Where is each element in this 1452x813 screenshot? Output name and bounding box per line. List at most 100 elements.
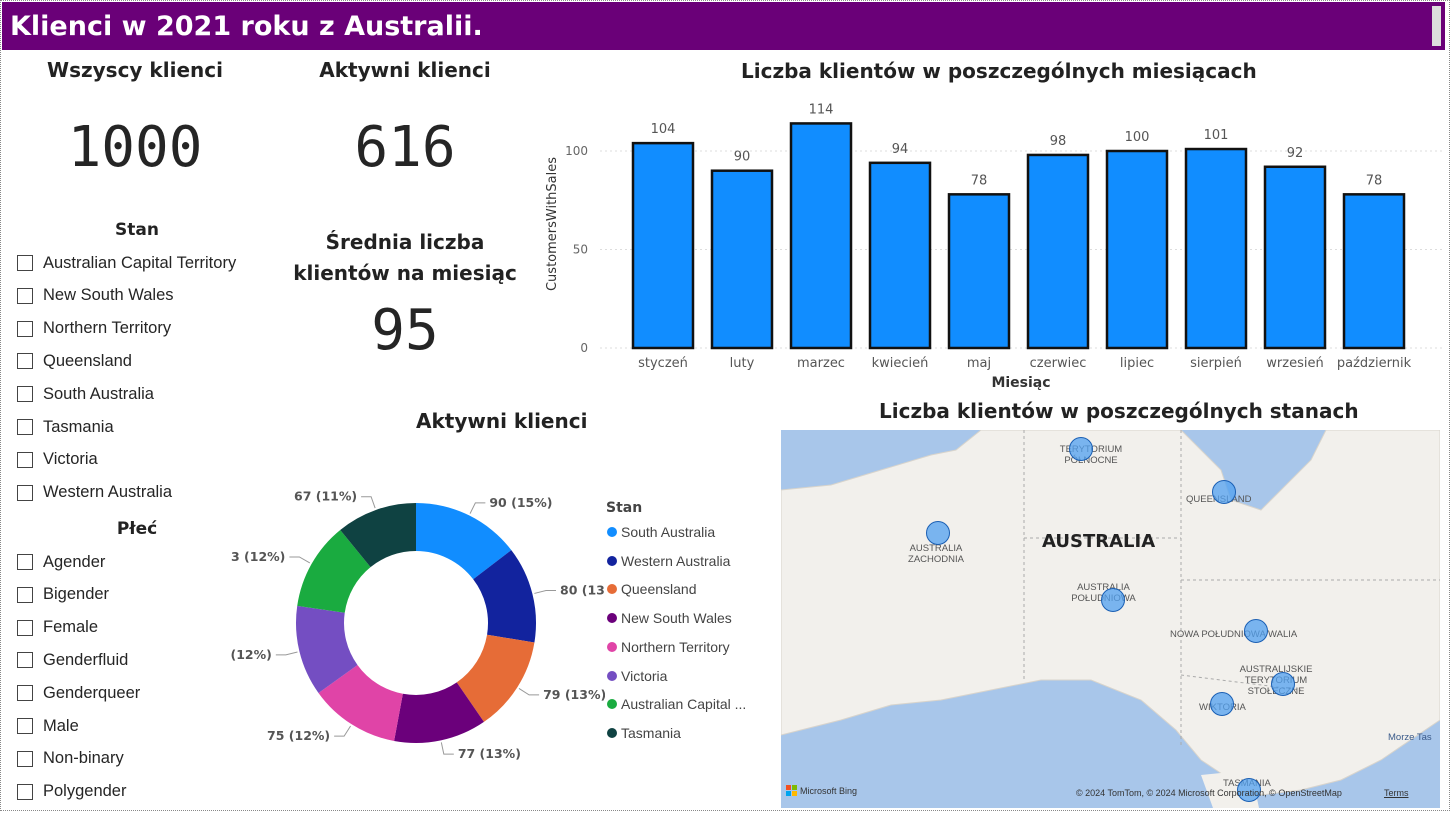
slicer-gender-item[interactable]: Agender — [17, 551, 105, 573]
checkbox-icon[interactable] — [17, 619, 33, 636]
slicer-gender-item[interactable]: Female — [17, 617, 98, 639]
checkbox-icon[interactable] — [17, 287, 33, 304]
bar-data-label: 92 — [1287, 146, 1304, 161]
legend-dot-icon — [607, 699, 617, 710]
checkbox-icon[interactable] — [17, 586, 33, 603]
legend-item[interactable]: Tasmania — [607, 725, 681, 741]
bing-label: Microsoft Bing — [800, 785, 858, 796]
bar — [631, 141, 695, 350]
checkbox-icon[interactable] — [17, 484, 33, 501]
slicer-state-item[interactable]: Northern Territory — [17, 318, 171, 340]
bar-chart: 0 50 100 CustomersWithSales 104 styczeń 90 luty… — [545, 102, 1442, 391]
slicer-state-item-label: Western Australia — [43, 483, 173, 502]
map-bubble-wa[interactable] — [926, 521, 950, 545]
legend-item[interactable]: Queensland — [607, 581, 697, 597]
bar — [1342, 193, 1406, 350]
map-bubble-nsw[interactable] — [1244, 619, 1268, 643]
slice-data-label: 79 (13%) — [543, 687, 605, 702]
map-bubble-vic[interactable] — [1210, 692, 1234, 716]
x-tick-label: styczeń — [638, 356, 688, 371]
slicer-state-item-label: South Australia — [43, 384, 154, 403]
checkbox-icon[interactable] — [17, 320, 33, 337]
legend-item[interactable]: Western Australia — [607, 553, 730, 569]
checkbox-icon[interactable] — [17, 419, 33, 435]
slicer-state-item[interactable]: Tasmania — [17, 416, 114, 438]
map-bubble-nt[interactable] — [1069, 437, 1093, 461]
leader-line — [518, 688, 540, 696]
leader-line — [275, 651, 298, 656]
map-bubble-act[interactable] — [1271, 672, 1295, 696]
scrollbar[interactable] — [1432, 6, 1441, 46]
legend-item[interactable]: Northern Territory — [607, 639, 730, 655]
legend-dot-icon — [607, 527, 617, 537]
x-tick-label: luty — [730, 356, 755, 371]
slicer-gender-item[interactable]: Male — [17, 715, 79, 737]
map-terms-link[interactable]: Terms — [1384, 788, 1409, 798]
legend-dot-icon — [607, 727, 617, 738]
slicer-gender-item-label: Male — [43, 716, 79, 735]
x-tick-label: kwiecień — [872, 356, 929, 371]
checkbox-icon[interactable] — [17, 451, 33, 468]
legend-item-label: Northern Territory — [621, 638, 730, 655]
legend-item[interactable]: Australian Capital ... — [607, 696, 746, 712]
leader-line — [361, 496, 376, 509]
legend-item-label: Victoria — [621, 667, 668, 684]
bar — [1263, 165, 1327, 350]
checkbox-icon[interactable] — [17, 685, 33, 702]
map-visual[interactable]: AUSTRALIA TERYTORIUM PÓŁNOCNE QUEENSLAND… — [781, 430, 1440, 808]
slicer-state-item[interactable]: New South Wales — [17, 285, 174, 307]
bar — [947, 193, 1011, 350]
legend-dot-icon — [607, 641, 617, 652]
map-bubble-sa[interactable] — [1101, 588, 1125, 612]
kpi-all-label: Wszyscy klienci — [47, 58, 223, 82]
kpi-avg-value: 95 — [371, 298, 439, 363]
slicer-state-item[interactable]: South Australia — [17, 383, 154, 405]
checkbox-icon[interactable] — [17, 718, 33, 734]
x-tick-label: marzec — [797, 356, 845, 371]
legend-item[interactable]: New South Wales — [607, 610, 732, 626]
bing-attribution: Microsoft Bing — [786, 785, 857, 796]
slicer-state-item[interactable]: Western Australia — [17, 482, 172, 504]
checkbox-icon[interactable] — [17, 554, 33, 570]
bar-data-label: 114 — [809, 102, 834, 117]
x-tick-label: sierpień — [1190, 356, 1242, 371]
slicer-gender-item[interactable]: Bigender — [17, 584, 109, 606]
slicer-state-item[interactable]: Victoria — [17, 449, 98, 471]
checkbox-icon[interactable] — [17, 386, 33, 403]
bar-data-label: 78 — [971, 173, 988, 188]
x-tick-label: październik — [1337, 356, 1412, 371]
bar-chart-title: Liczba klientów w poszczególnych miesiąc… — [741, 59, 1257, 83]
checkbox-icon[interactable] — [17, 353, 33, 370]
checkbox-icon[interactable] — [17, 255, 33, 271]
bar-data-label: 101 — [1204, 128, 1229, 143]
donut-chart: 90 (15%) 80 (13%) 79 (13%) 77 (13%) 75 (12%)… — [230, 489, 605, 761]
legend-title: Stan — [606, 500, 643, 516]
bar — [710, 169, 774, 350]
slicer-gender-item[interactable]: Genderqueer — [17, 682, 140, 704]
slicer-gender-item-label: Female — [43, 618, 99, 637]
y-tick-label: 100 — [565, 144, 588, 158]
slicer-gender-item[interactable]: Genderfluid — [17, 649, 128, 671]
leader-line — [289, 556, 311, 564]
legend-dot-icon — [607, 584, 617, 595]
leader-line — [469, 502, 486, 514]
slice-data-label: 75 (12%) — [267, 728, 330, 743]
checkbox-icon[interactable] — [17, 783, 33, 800]
slicer-state-item[interactable]: Queensland — [17, 350, 132, 372]
slicer-state-item[interactable]: Australian Capital Territory — [17, 252, 236, 274]
map-label-wa: AUSTRALIA ZACHODNIA — [908, 543, 964, 565]
legend-item[interactable]: Victoria — [607, 668, 667, 684]
slice-data-label: 90 (15%) — [489, 495, 552, 510]
map-title: Liczba klientów w poszczególnych stanach — [879, 399, 1359, 423]
map-bubble-qld[interactable] — [1212, 480, 1236, 504]
legend-item[interactable]: South Australia — [607, 524, 715, 540]
map-copyright: © 2024 TomTom, © 2024 Microsoft Corporat… — [1076, 788, 1342, 798]
x-tick-label: maj — [967, 356, 991, 371]
checkbox-icon[interactable] — [17, 652, 33, 669]
checkbox-icon[interactable] — [17, 750, 33, 767]
slice-data-label: 75 (12%) — [230, 647, 272, 662]
slicer-gender-item[interactable]: Polygender — [17, 781, 126, 803]
slicer-gender-item[interactable]: Non-binary — [17, 748, 124, 770]
donut-chart-title: Aktywni klienci — [416, 409, 588, 433]
legend-item-label: South Australia — [621, 524, 716, 540]
